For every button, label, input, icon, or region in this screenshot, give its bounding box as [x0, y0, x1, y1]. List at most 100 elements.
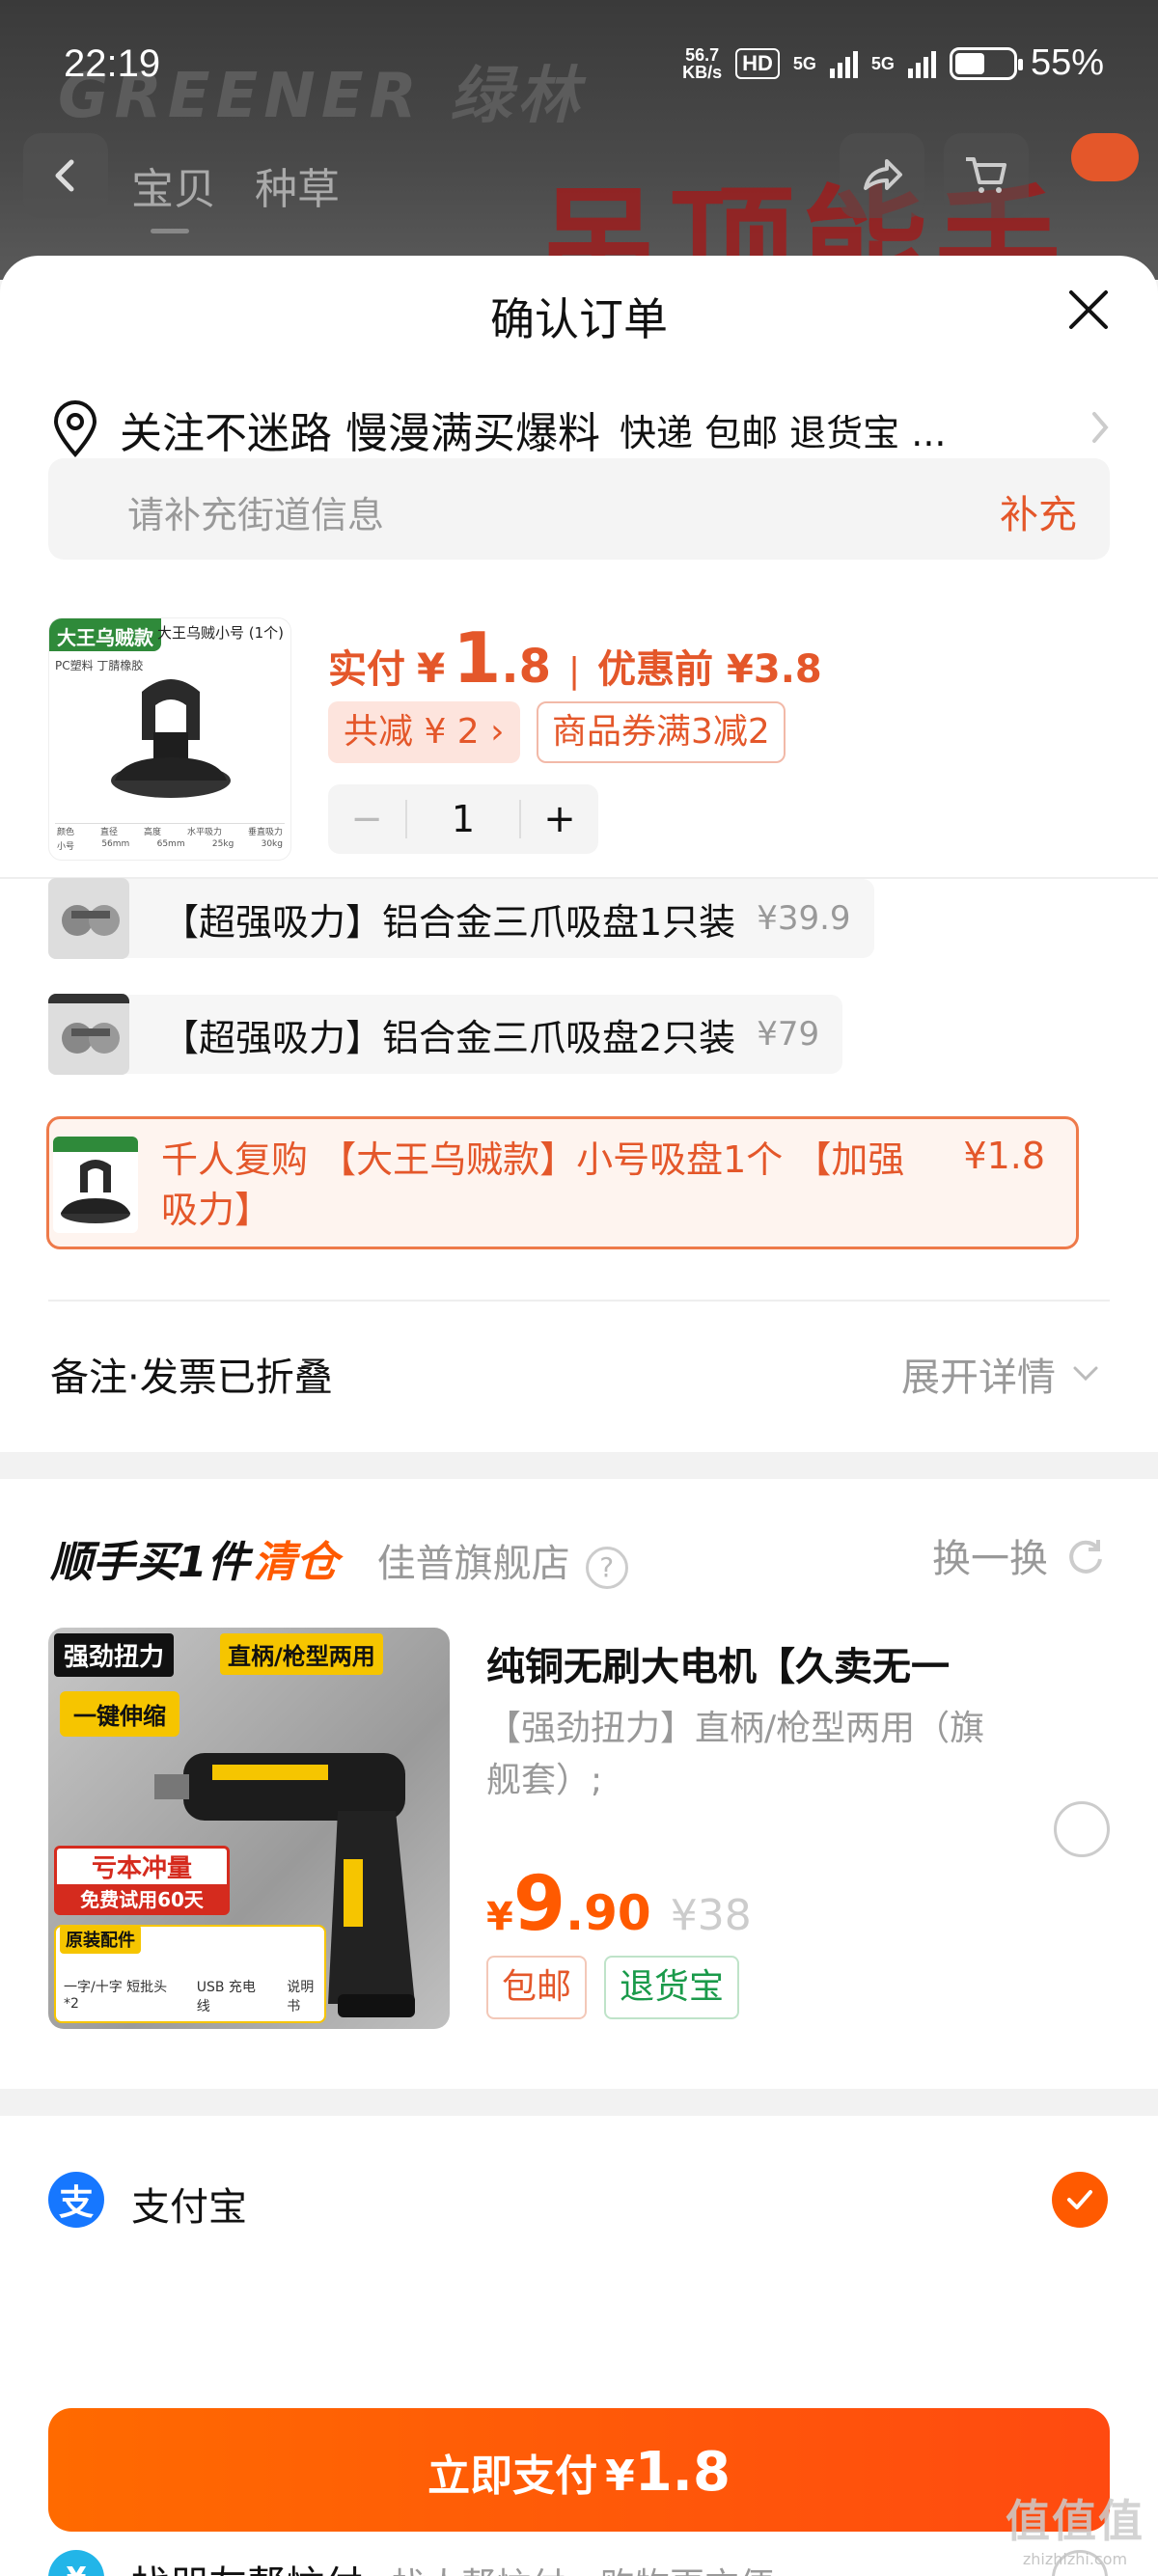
sku-option-1[interactable]: 【超强吸力】铝合金三爪吸盘1只装 ¥39.9 [48, 878, 874, 959]
payment-selected-check[interactable] [1052, 2172, 1108, 2228]
sku-option-selected[interactable]: 千人复购 【大王乌贼款】小号吸盘1个 【加强吸力】 ¥1.8 [46, 1116, 1079, 1249]
tripod-suction-icon [48, 994, 129, 1075]
swap-label: 换一换 [932, 1537, 1048, 1581]
alipay-icon: 支 [48, 2172, 104, 2228]
product-image[interactable]: 大王乌贼款 大王乌贼小号 (1个) PC塑料 丁腈橡胶 颜色 直径 高度 水平吸力 垂直… [48, 617, 291, 861]
sku-label: 【超强吸力】铝合金三爪吸盘2只装 [162, 1016, 736, 1059]
price-separator: | [567, 651, 581, 691]
status-time: 22:19 [64, 42, 161, 85]
image-tag-torque: 强劲扭力 [54, 1633, 175, 1677]
address-main: 关注不迷路 慢漫满买爆料 [120, 409, 600, 458]
return-insurance-tag: 退货宝 [604, 1956, 740, 2019]
close-button[interactable] [1062, 283, 1116, 337]
price-integer: 1 [453, 617, 502, 699]
sku-price: ¥79 [757, 1015, 820, 1054]
network-speed: 56.7 KB/s [682, 44, 723, 82]
battery-percent: 55% [1030, 42, 1104, 83]
hd-icon: HD [735, 47, 780, 79]
sku-label: 【超强吸力】铝合金三爪吸盘1只装 [162, 900, 736, 944]
addon-original-price: ¥38 [670, 1891, 752, 1940]
payment-label: 支付宝 [131, 2185, 247, 2230]
price-currency: ¥ [417, 644, 446, 692]
addon-price: ¥ 9 .90 ¥38 [486, 1861, 752, 1948]
message-icon[interactable] [1071, 133, 1139, 181]
expand-label: 展开详情 [901, 1356, 1056, 1400]
tab-zhongcao[interactable]: 种草 [255, 154, 340, 216]
sku-label: 千人复购 【大王乌贼款】小号吸盘1个 【加强吸力】 [161, 1138, 905, 1231]
discount-pill[interactable]: 共减 ¥ 2 › [328, 701, 520, 763]
cart-button[interactable] [944, 133, 1029, 218]
image-tag-dual: 直柄/枪型两用 [220, 1633, 383, 1675]
sku-option-2[interactable]: 【超强吸力】铝合金三爪吸盘2只装 ¥79 [48, 994, 843, 1075]
addon-title: 顺手买1件 清仓 佳普旗舰店 ? [50, 1527, 628, 1589]
free-shipping-tag: 包邮 [486, 1956, 588, 2019]
price-decimal: .8 [501, 640, 551, 694]
sim1-label: 5G [792, 53, 816, 73]
addon-product-image[interactable]: 强劲扭力 直柄/枪型两用 一键伸缩 亏本冲量 免费试用60天 原装配件 一字/十… [48, 1628, 450, 2029]
image-badge: 亏本冲量 免费试用60天 [54, 1846, 230, 1915]
cart-icon [966, 157, 1006, 193]
price-line: 实付 ¥ 1 .8 | 优惠前 ¥3.8 [328, 617, 822, 699]
tripod-suction-icon [48, 878, 129, 959]
product-tag-sub: 大王乌贼小号 (1个) [157, 624, 285, 642]
chevron-down-icon [1073, 1366, 1098, 1382]
product-tag: 大王乌贼款 [49, 618, 161, 651]
product-spec-table: 颜色 直径 高度 水平吸力 垂直吸力 小号 56mm 65mm 25kg 30kg [55, 823, 285, 852]
status-bar-icons: 56.7 KB/s HD 5G 5G 55% [682, 42, 1104, 84]
divider [48, 1300, 1110, 1302]
street-supplement-button[interactable]: 补充 [1000, 483, 1077, 539]
product-detail-header-background: GREENER 绿林 吊顶能手 22:19 56.7 KB/s HD 5G 5G… [0, 0, 1158, 280]
sku-thumbnail [48, 994, 129, 1075]
swap-button[interactable]: 换一换 [932, 1527, 1106, 1583]
check-icon [1067, 2190, 1092, 2209]
coupon-pill[interactable]: 商品券满3减2 [537, 701, 786, 763]
sku-price: ¥39.9 [757, 899, 851, 938]
street-info-field[interactable]: 请补充街道信息 补充 [48, 458, 1110, 560]
refresh-icon [1069, 1540, 1102, 1574]
expand-details-button[interactable]: 展开详情 [901, 1346, 1100, 1402]
address-sub: 快递 包邮 退货宝 ... [620, 411, 947, 454]
suction-cup-icon [111, 679, 231, 798]
addon-title-main: 顺手买1件 [50, 1538, 250, 1587]
sim2-label: 5G [870, 53, 895, 73]
addon-product-name[interactable]: 纯铜无刷大电机【久卖无一 [486, 1635, 1123, 1691]
payment-friend[interactable]: ¥ 找朋友帮忙付 找人帮忙付，购物更方便 [0, 2550, 1158, 2576]
share-button[interactable] [840, 133, 924, 218]
payment-desc: 找人帮忙付，购物更方便 [392, 2558, 774, 2576]
qty-value[interactable]: 1 [405, 800, 521, 838]
addon-select-radio[interactable] [1054, 1801, 1110, 1857]
section-gap [0, 2089, 1158, 2116]
friend-pay-icon: ¥ [48, 2550, 104, 2576]
qty-minus-button[interactable]: − [328, 797, 405, 841]
top-nav-tabs: 宝贝 种草 [131, 154, 340, 233]
battery-icon [949, 46, 1023, 80]
payment-label: 找朋友帮忙付 [131, 2554, 363, 2576]
pay-now-button[interactable]: 立即支付 ¥ 1.8 [48, 2408, 1110, 2532]
actual-pay-label: 实付 [328, 647, 405, 692]
signal-icon-2 [907, 49, 936, 78]
location-pin-icon [53, 400, 97, 457]
watermark: 值值值 zhizhizhi.com [1006, 2495, 1144, 2568]
help-icon[interactable]: ? [585, 1546, 628, 1589]
accessories-box: 原装配件 一字/十字 短批头*2 USB 充电线 说明书 [54, 1925, 326, 2023]
sku-price: ¥1.8 [963, 1135, 1045, 1177]
share-icon [864, 159, 902, 190]
chevron-left-icon [55, 159, 74, 192]
remark-invoice-label: 备注·发票已折叠 [50, 1356, 333, 1400]
address-row[interactable]: 关注不迷路 慢漫满买爆料 快递 包邮 退货宝 ... [50, 398, 1112, 460]
original-price: 优惠前 ¥3.8 [597, 647, 822, 692]
payment-alipay[interactable]: 支 支付宝 [0, 2172, 1158, 2288]
chevron-right-icon [1092, 412, 1109, 443]
section-gap [0, 1452, 1158, 1479]
addon-product-spec: 【强劲扭力】直柄/枪型两用（旗舰套）; [486, 1709, 985, 1800]
qty-plus-button[interactable]: + [521, 797, 598, 841]
confirm-order-sheet: 确认订单 关注不迷路 慢漫满买爆料 快递 包邮 退货宝 ... 请补充街道信息 … [0, 256, 1158, 2576]
addon-store-name[interactable]: 佳普旗舰店 [377, 1532, 570, 1588]
street-placeholder: 请补充街道信息 [127, 494, 385, 536]
sheet-title: 确认订单 [490, 293, 668, 345]
quantity-stepper: − 1 + [328, 784, 598, 854]
tab-baobei[interactable]: 宝贝 [131, 154, 216, 233]
addon-title-clearance: 清仓 [253, 1538, 339, 1587]
back-button[interactable] [23, 133, 108, 218]
suction-cup-icon [53, 1137, 138, 1223]
